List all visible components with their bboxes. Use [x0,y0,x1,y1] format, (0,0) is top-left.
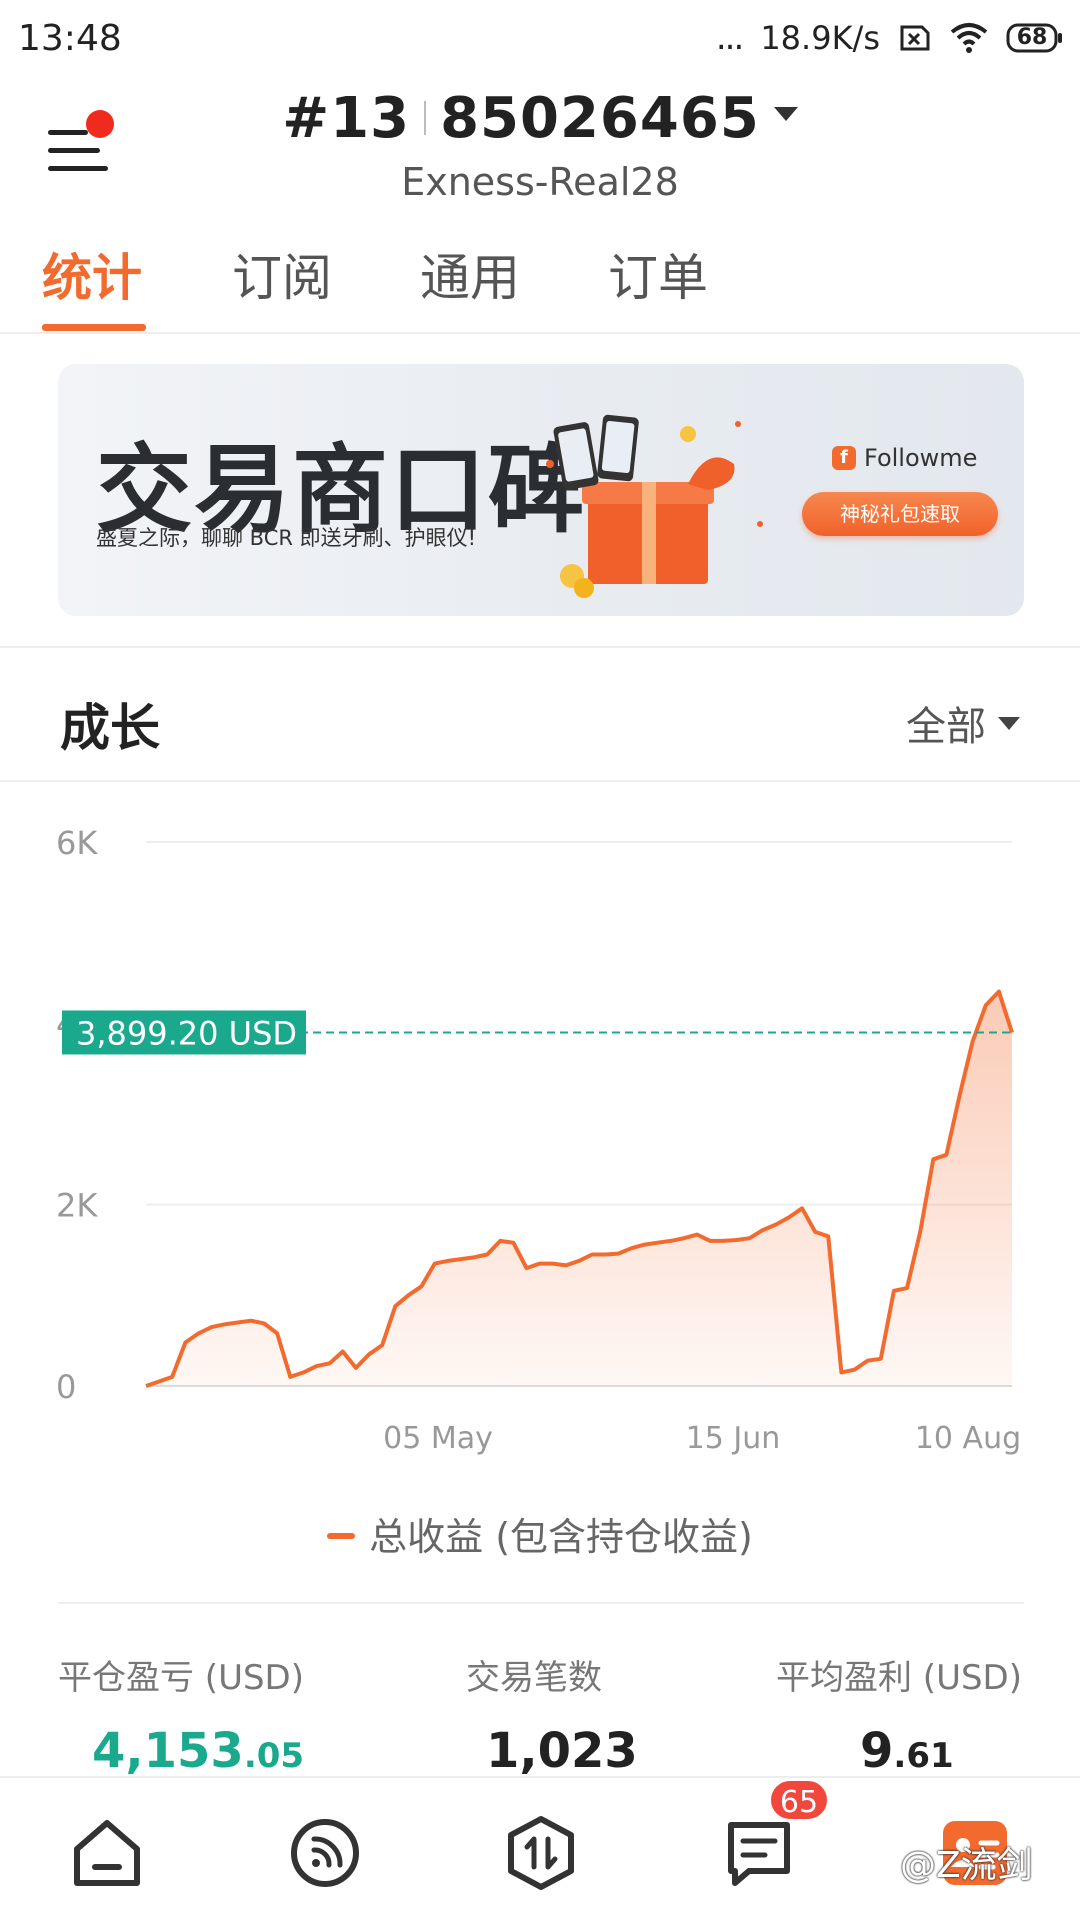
stat-closed-pnl-label: 平仓盈亏 (USD) [58,1658,304,1698]
tab-subscribe[interactable]: 订阅 [232,238,332,310]
stat-closed-pnl-int: 4,153 [92,1723,244,1779]
message-icon [728,1822,790,1886]
x-tick-label: 10 Aug [915,1421,1021,1456]
growth-chart: 6K4K2K03,899.20 USD05 May15 Jun10 Aug [0,800,1080,1460]
stat-trade-count: 交易笔数 1,023 [466,1650,638,1779]
battery-icon: 68 [1006,22,1064,54]
server-name: Exness-Real28 [401,160,679,204]
stat-closed-pnl: 平仓盈亏 (USD) 4,153.05 [58,1650,304,1779]
active-tab-indicator [42,324,146,331]
stat-avg-profit-value: 9.61 [860,1723,1022,1779]
status-time: 13:48 [18,18,122,59]
wifi-icon [950,22,988,54]
followme-logo-icon: f [832,446,856,470]
promo-banner[interactable]: 交易商口碑 盛夏之际，聊聊 BCR 即送牙刷、护眼仪! f Followme 神… [58,364,1024,616]
y-tick-label: 6K [56,824,98,862]
legend-label: 总收益 (包含持仓收益) [369,1515,753,1559]
stat-avg-profit-dec: .61 [893,1736,954,1776]
network-speed: 18.9K/s [760,19,880,57]
no-sim-icon [898,23,932,53]
stat-avg-profit: 平均盈利 (USD) 9.61 [776,1650,1022,1779]
gift-box-illustration [546,414,763,598]
stat-trade-count-value: 1,023 [486,1723,638,1779]
watermark-text: @Z流剑 [900,1845,1033,1886]
feed-icon [291,1819,359,1887]
growth-chart-svg: 6K4K2K03,899.20 USD05 May15 Jun10 Aug [56,824,1021,1456]
range-dropdown-icon [998,716,1020,730]
y-tick-label: 2K [56,1187,98,1225]
status-right: ... 18.9K/s 68 [716,16,1064,60]
account-dropdown-icon [773,106,798,121]
status-bar: 13:48 ... 18.9K/s 68 [0,0,1080,80]
banner-brand-name: Followme [864,444,978,472]
home-icon [74,1820,140,1886]
current-value-label: 3,899.20 USD [76,1014,297,1052]
account-prefix: #13 [282,86,411,151]
header: #13 85026465 Exness-Real28 [0,80,1080,210]
tab-bar: 统计 订阅 通用 订单 [0,230,1080,334]
nav-home[interactable] [62,1808,152,1898]
message-badge: 65 [768,1778,830,1822]
banner-subtitle: 盛夏之际，聊聊 BCR 即送牙刷、护眼仪! [96,526,477,550]
stat-avg-profit-int: 9 [860,1723,894,1779]
tab-general[interactable]: 通用 [420,238,520,310]
range-value: 全部 [906,704,986,750]
nav-feed[interactable] [280,1808,370,1898]
battery-level: 68 [1016,25,1048,50]
legend-divider [58,1602,1024,1604]
status-dots: ... [715,18,744,58]
section-divider [0,646,1080,648]
nav-trade[interactable] [496,1808,586,1898]
stat-closed-pnl-dec: .05 [243,1736,305,1776]
banner-brand: f Followme [832,444,977,472]
tab-orders[interactable]: 订单 [608,238,708,310]
trade-icon [508,1816,574,1890]
account-selector[interactable]: #13 85026465 [0,86,1080,151]
chart-legend: 总收益 (包含持仓收益) [0,1506,1080,1561]
stat-trade-count-label: 交易笔数 [466,1658,602,1698]
growth-divider [0,780,1080,782]
y-tick-label: 0 [56,1368,76,1406]
banner-cta-button[interactable]: 神秘礼包速取 [802,492,998,536]
stat-trade-count-int: 1,023 [486,1723,638,1779]
stat-closed-pnl-value: 4,153.05 [92,1723,304,1779]
x-tick-label: 05 May [383,1421,493,1456]
account-number: 85026465 [440,86,760,151]
account-separator [424,100,427,135]
x-tick-label: 15 Jun [686,1421,781,1456]
range-selector[interactable]: 全部 [906,694,1020,752]
growth-title: 成长 [60,699,160,757]
app-screen: 13:48 ... 18.9K/s 68 #13 85026465 Exness… [0,0,1080,1920]
legend-swatch [327,1532,356,1539]
stat-avg-profit-label: 平均盈利 (USD) [776,1658,1022,1698]
tab-stats[interactable]: 统计 [42,238,142,310]
